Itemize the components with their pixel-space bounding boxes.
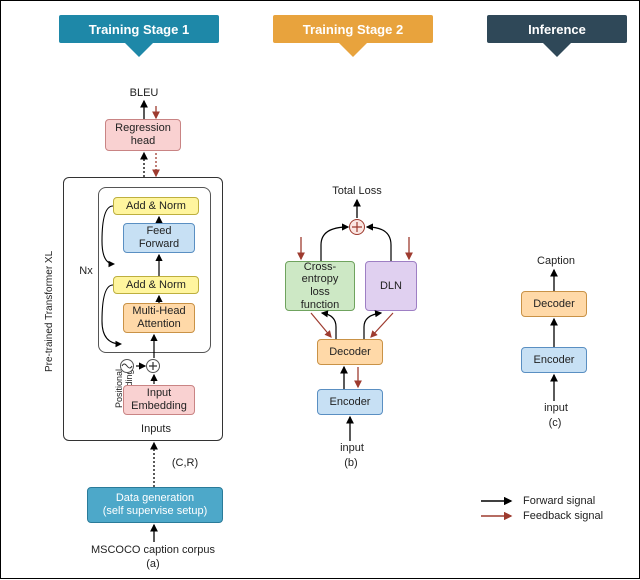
input-embedding-box: Input Embedding: [123, 385, 195, 415]
inputs-label: Inputs: [131, 423, 181, 435]
dln-text: DLN: [380, 280, 402, 293]
sub-a-label: (a): [143, 558, 163, 570]
dln-box: DLN: [365, 261, 417, 311]
feed-forward-box: Feed Forward: [123, 223, 195, 253]
banner-stage2-label: Training Stage 2: [303, 22, 403, 37]
input-b-label: input: [337, 442, 367, 454]
decoder-b-box: Decoder: [317, 339, 383, 365]
datagen-text: Data generation (self supervise setup): [103, 492, 208, 517]
banner-stage1: Training Stage 1: [59, 7, 219, 67]
add-norm-1-text: Add & Norm: [126, 200, 186, 213]
legend-forward: Forward signal: [481, 495, 631, 507]
ce-loss-text: Cross- entropy loss function: [291, 261, 349, 312]
corpus-label: MSCOCO caption corpus: [83, 544, 223, 556]
banner-stage1-label: Training Stage 1: [89, 22, 189, 37]
add-norm-2: Add & Norm: [113, 276, 199, 294]
transformer-sidebar-label: Pre-trained Transformer XL: [44, 231, 58, 391]
cr-label: (C,R): [165, 457, 205, 469]
regression-head-box: Regression head: [105, 119, 181, 151]
pos-enc-label: Positional Encoding: [104, 353, 118, 423]
decoder-c-text: Decoder: [533, 298, 575, 311]
encoder-c-box: Encoder: [521, 347, 587, 373]
legend-feedback-text: Feedback signal: [523, 510, 603, 522]
sub-b-label: (b): [341, 457, 361, 469]
pos-enc-wave-icon: [120, 359, 134, 373]
sum-circle-icon: [349, 219, 365, 235]
datagen-box: Data generation (self supervise setup): [87, 487, 223, 523]
bleu-label: BLEU: [119, 87, 169, 99]
plus-circle-icon: [146, 359, 160, 373]
banner-stage2: Training Stage 2: [273, 7, 433, 67]
input-c-label: input: [541, 402, 571, 414]
caption-label: Caption: [531, 255, 581, 267]
mha-box: Multi-Head Attention: [123, 303, 195, 333]
decoder-b-text: Decoder: [329, 346, 371, 359]
legend: Forward signal Feedback signal: [481, 495, 631, 525]
ce-loss-box: Cross- entropy loss function: [285, 261, 355, 311]
banner-inference: Inference: [487, 7, 627, 67]
encoder-b-box: Encoder: [317, 389, 383, 415]
add-norm-2-text: Add & Norm: [126, 279, 186, 292]
banner-inference-label: Inference: [528, 22, 586, 37]
legend-feedback: Feedback signal: [481, 510, 631, 522]
encoder-b-text: Encoder: [330, 396, 371, 409]
legend-forward-text: Forward signal: [523, 495, 595, 507]
sub-c-label: (c): [545, 417, 565, 429]
regression-head-text: Regression head: [115, 122, 171, 147]
feed-forward-text: Feed Forward: [139, 225, 179, 250]
encoder-c-text: Encoder: [534, 354, 575, 367]
mha-text: Multi-Head Attention: [132, 305, 185, 330]
total-loss-label: Total Loss: [325, 185, 389, 197]
decoder-c-box: Decoder: [521, 291, 587, 317]
input-embedding-text: Input Embedding: [131, 387, 187, 412]
add-norm-1: Add & Norm: [113, 197, 199, 215]
nx-label: Nx: [76, 265, 96, 277]
